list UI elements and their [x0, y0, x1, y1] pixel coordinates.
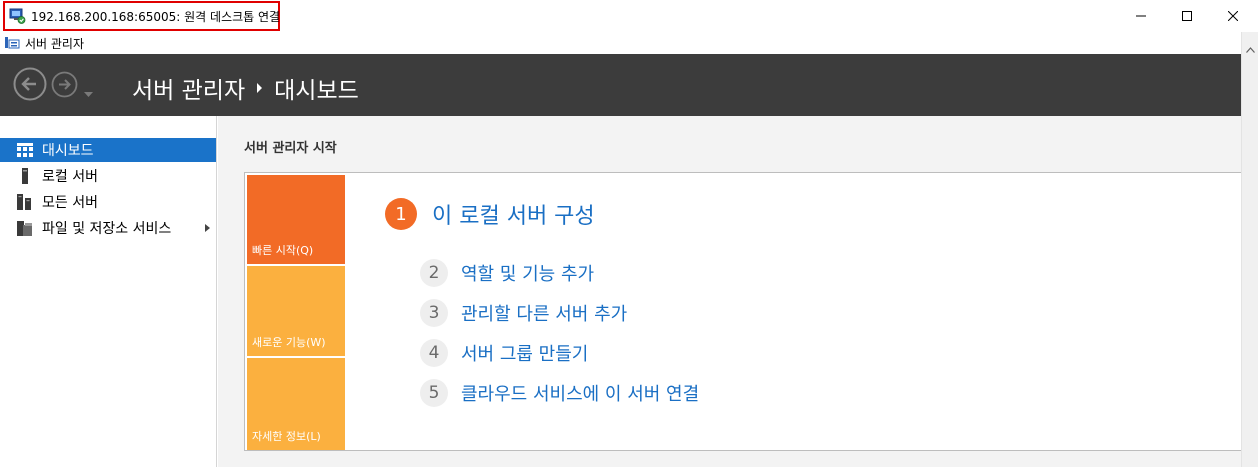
step-link[interactable]: 관리할 다른 서버 추가: [461, 300, 627, 326]
step-add-roles-features[interactable]: 2 역할 및 기능 추가: [420, 259, 594, 287]
step-add-servers[interactable]: 3 관리할 다른 서버 추가: [420, 299, 627, 327]
step-connect-cloud-services[interactable]: 5 클라우드 서비스에 이 서버 연결: [420, 379, 699, 407]
vertical-scrollbar[interactable]: [1241, 32, 1258, 467]
step-number-badge: 4: [420, 339, 448, 367]
scroll-up-icon[interactable]: [1246, 38, 1255, 57]
tile-label: 빠른 시작(Q): [252, 244, 314, 257]
main-content: 서버 관리자 시작 빠른 시작(Q) 새로운 기능(W) 자세한 정보(L) 1…: [218, 116, 1241, 467]
back-arrow-icon: [13, 67, 47, 101]
step-number-badge: 5: [420, 379, 448, 407]
tile-label: 자세한 정보(L): [252, 430, 321, 443]
window-title: 192.168.200.168:65005: 원격 데스크톱 연결: [31, 10, 281, 24]
step-link[interactable]: 클라우드 서비스에 이 서버 연결: [461, 380, 699, 406]
dashboard-icon: [17, 142, 33, 158]
all-servers-icon: [17, 194, 33, 210]
step-number-badge: 3: [420, 299, 448, 327]
maximize-button[interactable]: [1164, 0, 1210, 32]
sidebar-item-label: 모든 서버: [42, 195, 98, 211]
remote-desktop-icon: [9, 8, 26, 24]
app-title: 서버 관리자: [25, 37, 85, 51]
step-create-server-group[interactable]: 4 서버 그룹 만들기: [420, 339, 588, 367]
file-storage-icon: [17, 220, 33, 236]
tile-learn-more[interactable]: 자세한 정보(L): [247, 358, 345, 450]
breadcrumb-root[interactable]: 서버 관리자: [132, 71, 245, 105]
sidebar: 대시보드 로컬 서버 모든 서버 파일 및 저장소 서비스: [0, 116, 217, 467]
sidebar-item-label: 대시보드: [42, 143, 94, 159]
minimize-button[interactable]: [1118, 0, 1164, 32]
forward-arrow-icon: [51, 71, 78, 98]
tile-quick-start[interactable]: 빠른 시작(Q): [247, 175, 345, 264]
expand-arrow-icon[interactable]: [205, 224, 210, 232]
server-manager-icon: [4, 35, 20, 50]
forward-button[interactable]: [51, 71, 78, 98]
sidebar-item-label: 로컬 서버: [42, 169, 98, 185]
step-link[interactable]: 서버 그룹 만들기: [461, 340, 588, 366]
tile-label: 새로운 기능(W): [252, 336, 326, 349]
step-number-badge: 2: [420, 259, 448, 287]
history-dropdown-icon[interactable]: [84, 82, 93, 101]
step-link[interactable]: 역할 및 기능 추가: [461, 260, 594, 286]
header-bar: 서버 관리자 대시보드: [0, 54, 1241, 116]
sidebar-item-file-storage[interactable]: 파일 및 저장소 서비스: [0, 216, 216, 240]
breadcrumb-current: 대시보드: [274, 78, 359, 104]
section-title: 서버 관리자 시작: [244, 141, 337, 156]
sidebar-item-dashboard[interactable]: 대시보드: [0, 138, 216, 162]
maximize-icon: [1182, 11, 1192, 21]
back-button[interactable]: [13, 67, 47, 101]
breadcrumb-separator-icon: [257, 83, 263, 93]
window-titlebar[interactable]: 192.168.200.168:65005: 원격 데스크톱 연결: [0, 0, 1258, 32]
step-number-badge: 1: [385, 198, 417, 230]
app-titlebar: 서버 관리자: [0, 32, 1258, 54]
sidebar-item-all-servers[interactable]: 모든 서버: [0, 190, 216, 214]
step-link[interactable]: 이 로컬 서버 구성: [432, 198, 595, 230]
step-configure-local-server[interactable]: 1 이 로컬 서버 구성: [385, 198, 595, 230]
quick-start-panel: 빠른 시작(Q) 새로운 기능(W) 자세한 정보(L) 1 이 로컬 서버 구…: [244, 172, 1241, 451]
close-button[interactable]: [1210, 0, 1256, 32]
close-icon: [1228, 11, 1238, 21]
sidebar-item-label: 파일 및 저장소 서비스: [42, 221, 172, 237]
tile-whats-new[interactable]: 새로운 기능(W): [247, 266, 345, 356]
minimize-icon: [1136, 15, 1146, 17]
breadcrumb: 서버 관리자 대시보드: [132, 71, 359, 105]
sidebar-item-local-server[interactable]: 로컬 서버: [0, 164, 216, 188]
local-server-icon: [17, 168, 33, 184]
